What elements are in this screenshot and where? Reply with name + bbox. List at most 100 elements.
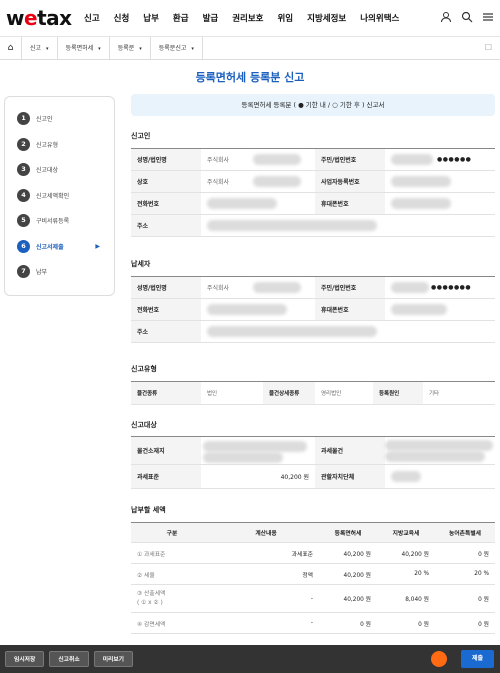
logo-e: e [23,6,38,30]
redacted-value [391,198,451,209]
cell: 0 원 [418,621,429,628]
cell: 0 원 [478,621,489,628]
step-label: 신고유형 [36,141,59,149]
submit-button[interactable]: 제출 [461,650,494,668]
taxpayer-table: 성명/법인명 주식회사 주민/법인번호 ●●●●●●● 전화번호 휴대폰번호 주… [131,276,495,343]
table-row: ① 과세표준 과세표준 40,200 원 40,200 원 0 원 [131,543,495,564]
step-item[interactable]: 2 신고유형 [17,132,114,158]
step-number: 3 [17,163,30,177]
redacted-value [207,198,277,209]
breadcrumb-item[interactable]: 등록분 ▾ [110,36,151,60]
bookmark-icon[interactable]: ☐ [485,43,492,52]
chevron-down-icon: ▾ [191,45,194,52]
column-header: 지방교육세 [392,531,420,537]
redacted-value [391,154,433,165]
step-sidebar: 1 신고인 2 신고유형 3 신고대상 4 신고세액확인 5 구비서류등록 6 신고서제출 ▶… [4,96,115,296]
cell: 0 원 [478,597,489,603]
field-label: 휴대폰번호 [315,299,385,320]
field-value [385,437,495,464]
field-value [385,299,495,320]
field-value: ●●●●●●● [385,277,495,298]
menu-localtax-info[interactable]: 지방세정보 [307,12,346,24]
wetax-logo[interactable]: wetax [6,6,72,30]
step-item[interactable]: 1 신고인 [17,106,114,132]
breadcrumb-item[interactable]: 신고 ▾ [22,36,58,60]
masked-id: ●●●●●● [437,156,472,163]
field-value: 주식회사 [201,171,315,192]
step-number: 1 [17,112,30,126]
breadcrumb-label: 등록분신고 [158,44,187,52]
preview-button[interactable]: 미리보기 [93,651,134,667]
menu-rights[interactable]: 권리보호 [232,12,263,24]
field-value [201,321,495,342]
menu-my-wetax[interactable]: 나의위택스 [360,12,399,24]
redacted-value [391,176,451,187]
step-label: 신고대상 [36,167,59,175]
temp-save-button[interactable]: 임시저장 [5,651,45,667]
redacted-value [253,282,301,293]
field-value: ●●●●●● [385,149,495,170]
cell: 40,200 원 [401,551,429,558]
breadcrumb-label: 등록분 [117,44,135,52]
gnb-menu: 신고 신청 납부 환급 발급 권리보호 위임 지방세정보 나의위택스 [84,12,413,24]
field-label: 주민/법인번호 [315,277,385,298]
cell: 40,200 원 [343,572,371,579]
redacted-value [385,440,493,451]
field-value-text: 주식회사 [207,285,230,292]
menu-refund[interactable]: 환급 [173,12,189,24]
menu-issue[interactable]: 발급 [203,12,219,24]
field-label: 물건상세종류 [263,382,315,404]
form-notice: 등록면허세 등록분 ( ● 기한 내 / ○ 기한 후 ) 신고서 [131,94,495,116]
field-value [201,193,315,214]
search-icon[interactable] [461,11,473,26]
chevron-down-icon: ▾ [139,45,142,52]
cell: 0 원 [360,621,371,628]
menu-apply[interactable]: 신청 [114,12,130,24]
cell: 8,040 원 [405,597,429,603]
field-value [201,299,315,320]
chatbot-icon[interactable] [431,651,447,667]
step-item[interactable]: 7 납부 [17,259,114,285]
step-item[interactable]: 5 구비서류등록 [17,208,114,234]
redacted-value [207,304,287,315]
field-value: 주식회사 [201,277,315,298]
user-icon[interactable] [440,11,452,26]
step-number: 5 [17,214,30,228]
field-label: 전화번호 [131,299,201,320]
breadcrumb-item[interactable]: 등록분신고 ▾ [151,36,203,60]
table-row: 전화번호 휴대폰번호 [131,193,495,215]
table-row: 성명/법인명 주식회사 주민/법인번호 ●●●●●● [131,149,495,171]
menu-report[interactable]: 신고 [84,12,100,24]
field-label: 과세표준 [131,465,201,488]
row-label: ① 과세표준 [137,551,166,558]
gnb-icons [440,11,494,26]
section-heading: 신고인 [131,132,151,140]
redacted-value [203,441,307,452]
field-value: 법인 [207,391,218,397]
chevron-down-icon: ▾ [98,45,101,52]
cell: 40,200 원 [343,551,371,558]
field-label: 상호 [131,171,201,192]
field-label: 전화번호 [131,193,201,214]
cell: - [310,620,313,626]
step-item[interactable]: 3 신고대상 [17,157,114,183]
table-row: 물건종류 법인 물건상세종류 영리법인 등록원인 기타 [131,382,495,405]
caret-right-icon: ▶ [95,242,100,250]
menu-delegate[interactable]: 위임 [277,12,293,24]
page-title: 등록면허세 등록분 신고 [195,71,305,84]
breadcrumb-item[interactable]: 등록면허세 ▾ [58,36,110,60]
redacted-value [207,326,377,337]
home-icon[interactable]: ⌂ [0,36,22,60]
step-item-active[interactable]: 6 신고서제출 ▶ [17,234,114,260]
step-number: 4 [17,188,30,202]
row-label: ④ 감면세액 [137,621,166,628]
cell: 과세표준 [291,551,313,558]
step-item[interactable]: 4 신고세액확인 [17,183,114,209]
menu-pay[interactable]: 납부 [143,12,159,24]
cancel-report-button[interactable]: 신고취소 [49,651,89,667]
field-label: 주소 [131,321,201,342]
report-target-table: 물건소재지 과세물건 과세표준 40,200 원 관할자치단체 [131,436,495,489]
menu-icon[interactable] [482,11,494,26]
field-value [385,193,495,214]
cell: 0 원 [478,551,489,558]
